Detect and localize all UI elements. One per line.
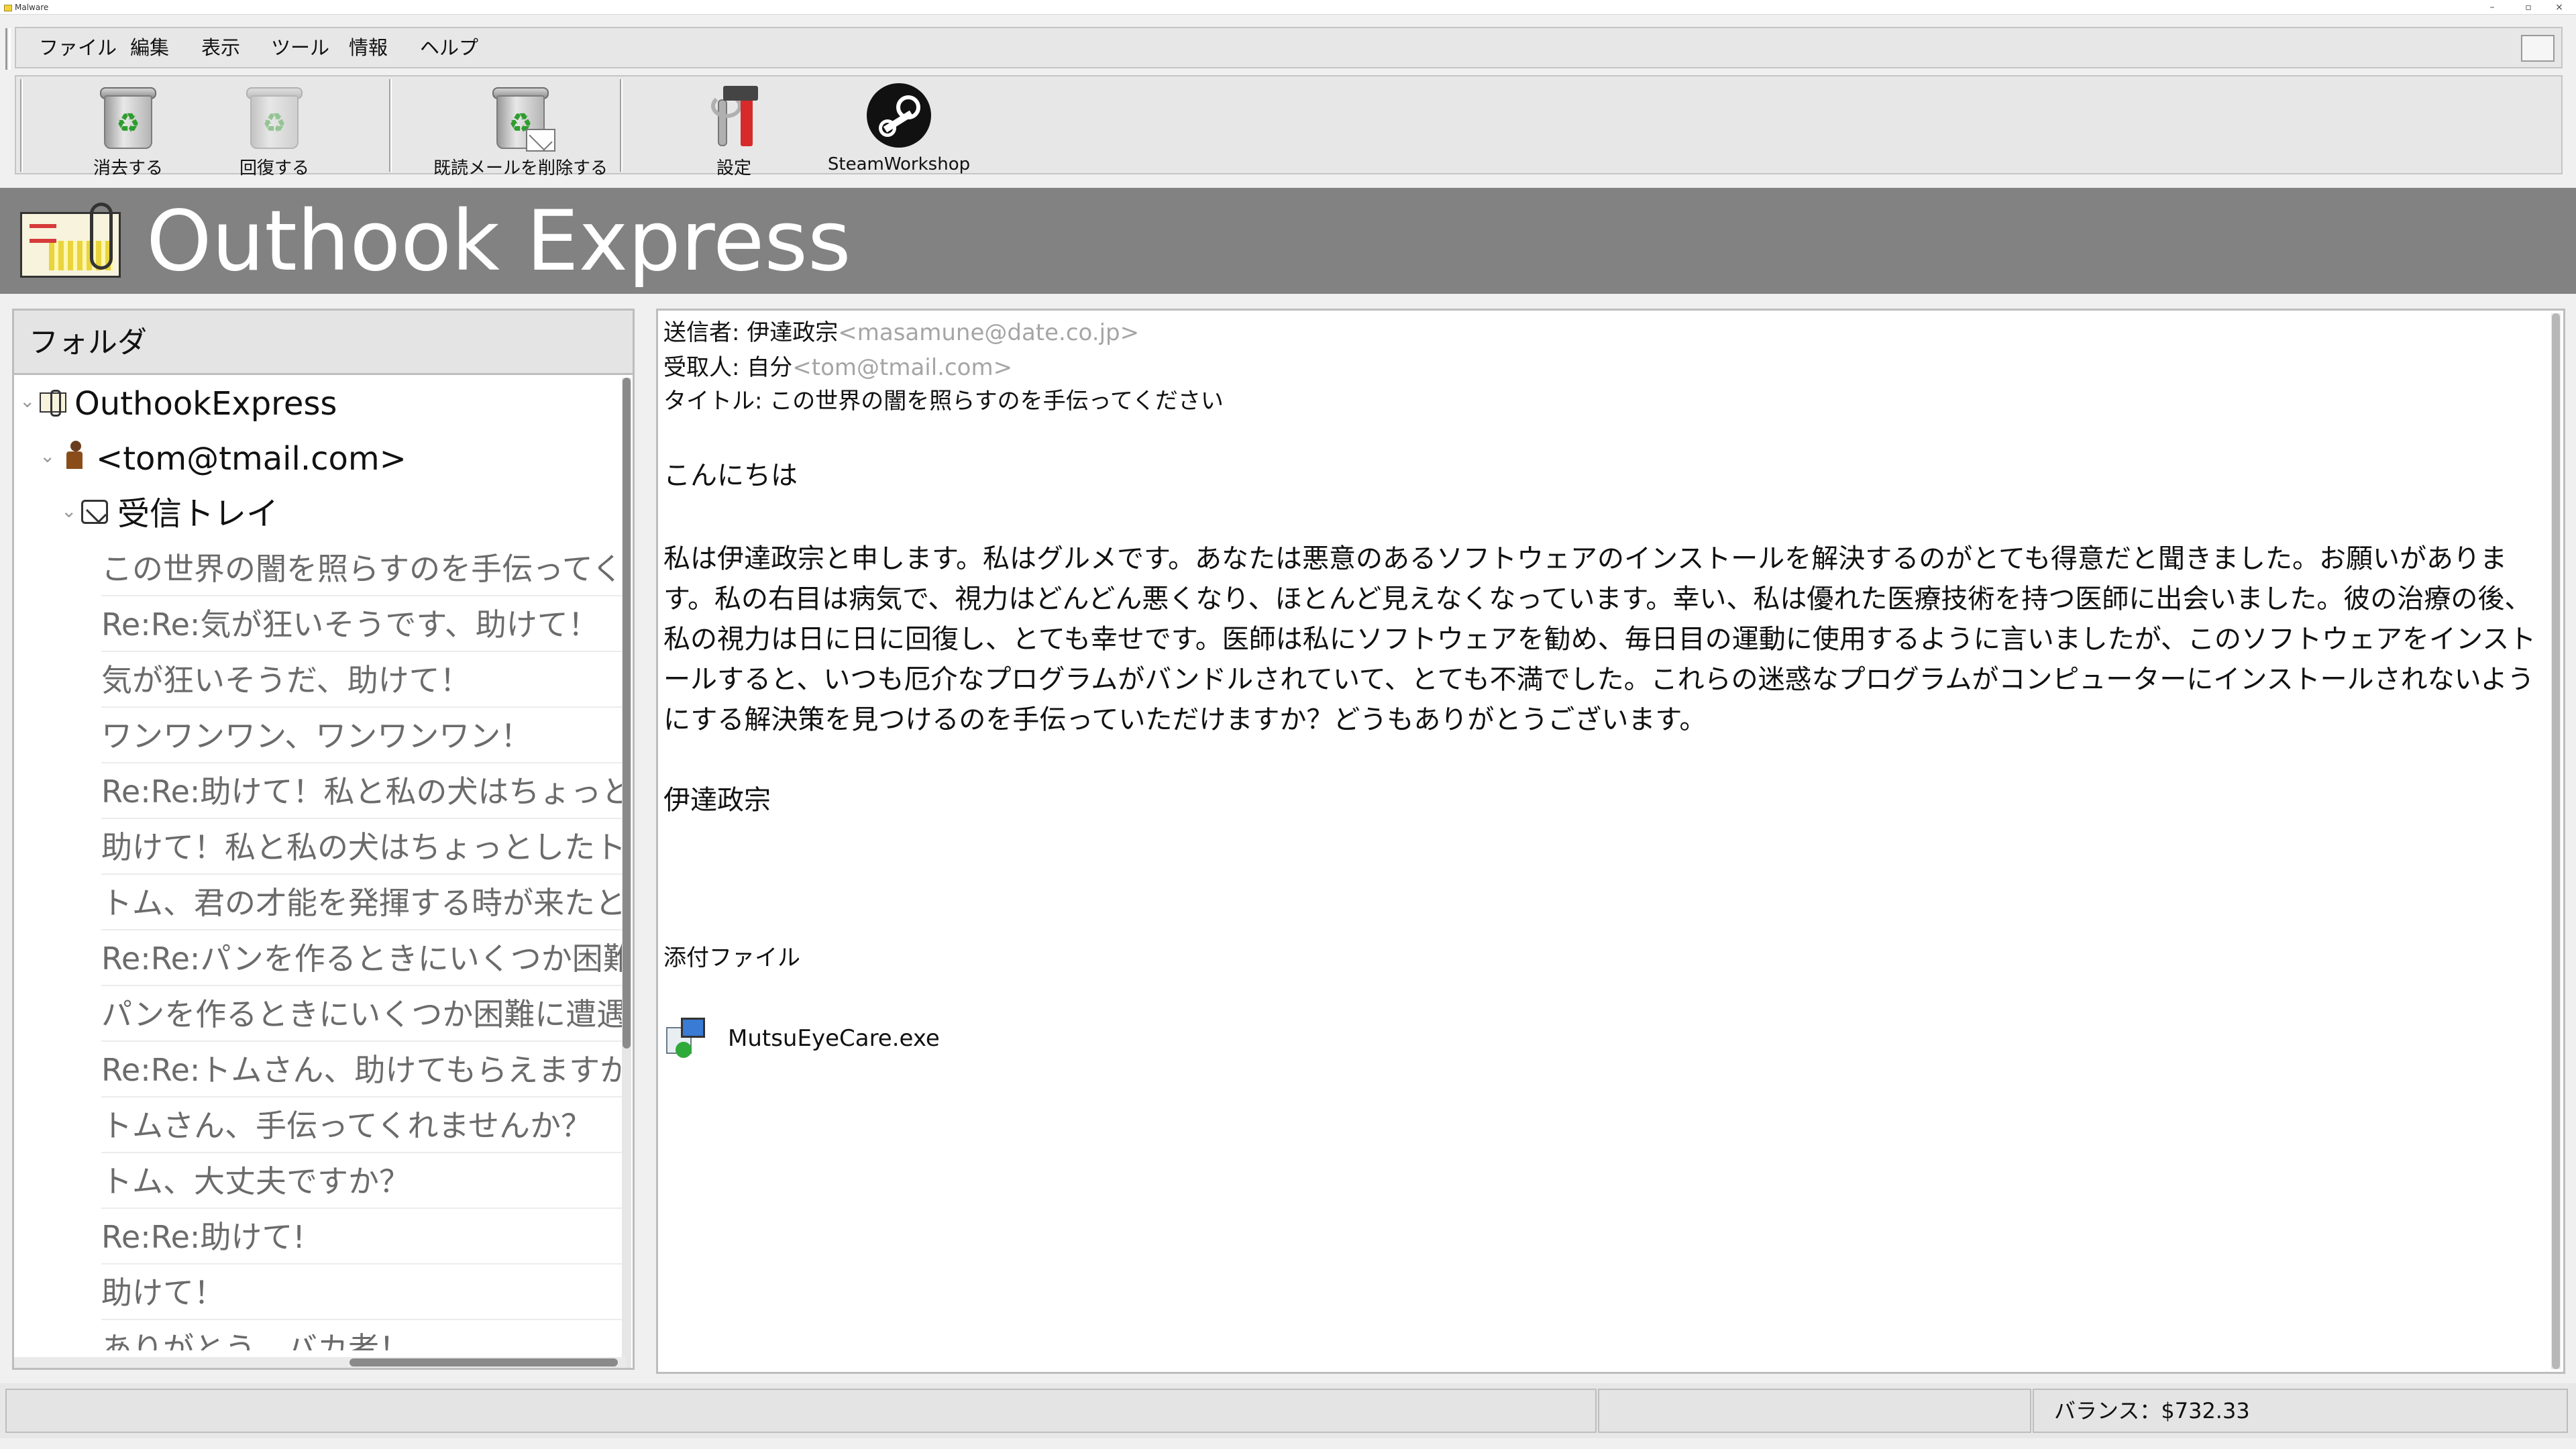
app-icon (4, 4, 12, 11)
chevron-down-icon[interactable]: ⌄ (40, 445, 55, 467)
balance-readout: バランス：$732.33 (2054, 1398, 2250, 1424)
menu-grip (5, 28, 11, 70)
tree-inbox-label: 受信トレイ (117, 495, 279, 533)
folder-pane: フォルダ ⌄ OuthookExpress ⌄ <tom@tmail.com> … (12, 309, 635, 1370)
toolbar: ♻ 消去する ♻ 回復する ♻ 既読メールを削除する 設定 SteamWorks… (15, 75, 2563, 178)
minimize-button[interactable]: – (2475, 0, 2509, 15)
scroll-thumb[interactable] (350, 1358, 618, 1366)
message-vertical-scrollbar[interactable] (2551, 313, 2561, 1369)
menu-info[interactable]: 情報 (349, 28, 388, 67)
delete-label: 消去する (93, 158, 163, 178)
mail-item[interactable]: 気が狂いそうだ、助けて！ (14, 654, 626, 708)
folder-tree: ⌄ OuthookExpress ⌄ <tom@tmail.com> ⌄ 受信ト… (14, 378, 626, 1350)
attachment-filename: MutsuEyeCare.exe (728, 1025, 940, 1052)
mail-item[interactable]: Re:Re:気が狂いそうです、助けて！ (14, 598, 626, 652)
to-label: 受取人: (663, 354, 747, 381)
tree-account-label: <tom@tmail.com> (96, 440, 407, 478)
folder-horizontal-scrollbar[interactable] (14, 1357, 626, 1368)
menu-file[interactable]: ファイル (39, 28, 117, 67)
menu-help[interactable]: ヘルプ (420, 28, 478, 67)
settings-label: 設定 (716, 158, 751, 178)
from-name: 伊達政宗 (747, 319, 839, 346)
mail-item[interactable]: トム、君の才能を発揮する時が来たと思う (14, 877, 626, 930)
window-title-bar: Malware – ▫ × (0, 0, 2576, 15)
delete-read-mail-label: 既読メールを削除する (433, 158, 608, 178)
mail-item[interactable]: トムさん、手伝ってくれませんか？ (14, 1099, 626, 1153)
tools-icon (703, 83, 765, 150)
menu-edit[interactable]: 編集 (130, 28, 169, 67)
mail-item[interactable]: ありがとう、バカ者！ (14, 1322, 626, 1350)
from-label: 送信者: (663, 319, 747, 346)
window-title: Malware (15, 3, 49, 12)
steam-icon (867, 83, 931, 148)
from-address: <masamune@date.co.jp> (838, 319, 1140, 346)
mail-item[interactable]: パンを作るときにいくつか困難に遭遇したの (14, 988, 626, 1042)
recycle-bin-mail-icon: ♻ (490, 83, 555, 152)
to-line: 受取人: 自分<tom@tmail.com> (663, 351, 1012, 384)
mail-item[interactable]: トム、大丈夫ですか？ (14, 1155, 626, 1209)
outhook-folder-icon (40, 390, 66, 417)
mail-item[interactable]: ワンワンワン、ワンワンワン！ (14, 710, 626, 763)
restore-button[interactable]: ♻ 回復する (217, 83, 331, 179)
message-greeting: こんにちは (663, 460, 798, 491)
mail-card-icon[interactable] (2521, 35, 2555, 62)
to-address: <tom@tmail.com> (792, 354, 1013, 381)
steam-workshop-label: SteamWorkshop (827, 154, 971, 174)
subject-text: この世界の闇を照らすのを手伝ってください (769, 388, 1224, 415)
mail-item[interactable]: 助けて！私と私の犬はちょっとしたトラブルを (14, 821, 626, 875)
scroll-thumb[interactable] (623, 378, 631, 1049)
mail-item[interactable]: Re:Re:助けて！私と私の犬はちょっとしたトラブルを (14, 765, 626, 819)
maximize-button[interactable]: ▫ (2512, 0, 2545, 15)
mail-item[interactable]: 助けて！ (14, 1267, 626, 1320)
menu-view[interactable]: 表示 (201, 28, 240, 67)
chevron-down-icon[interactable]: ⌄ (61, 500, 76, 522)
mail-item[interactable]: Re:Re:トムさん、助けてもらえますか？ (14, 1044, 626, 1097)
menu-bar: ファイル 編集 表示 ツール 情報 ヘルプ (5, 27, 2563, 70)
subject-label: タイトル: (663, 388, 770, 415)
restore-label: 回復する (239, 158, 309, 178)
menu-tools[interactable]: ツール (271, 28, 329, 67)
chevron-down-icon[interactable]: ⌄ (19, 390, 35, 412)
toolbar-separator (20, 79, 23, 172)
executable-icon (663, 1018, 706, 1061)
close-button[interactable]: × (2542, 0, 2576, 15)
steam-workshop-button[interactable]: SteamWorkshop (805, 83, 993, 174)
banner-title: Outhook Express (146, 193, 851, 290)
toolbar-separator (389, 79, 392, 172)
tree-inbox[interactable]: ⌄ 受信トレイ (14, 488, 626, 541)
tree-account[interactable]: ⌄ <tom@tmail.com> (14, 433, 626, 486)
subject-line: タイトル: この世界の闇を照らすのを手伝ってください (663, 384, 1224, 418)
scroll-thumb[interactable] (2552, 313, 2560, 1369)
delete-read-mail-button[interactable]: ♻ 既読メールを削除する (420, 83, 621, 179)
toolbar-separator (620, 79, 623, 172)
app-banner: Outhook Express (0, 188, 2576, 294)
mail-item[interactable]: この世界の闇を照らすのを手伝ってください (14, 543, 626, 596)
message-pane: 送信者: 伊達政宗<masamune@date.co.jp> 受取人: 自分<t… (656, 309, 2565, 1374)
recycle-bin-restore-icon: ♻ (244, 83, 305, 150)
settings-button[interactable]: 設定 (687, 83, 781, 179)
status-cell-main (5, 1389, 1597, 1433)
inbox-icon (81, 500, 108, 524)
message-signature: 伊達政宗 (663, 785, 771, 816)
status-cell-balance: バランス：$732.33 (2033, 1389, 2568, 1433)
user-icon (60, 441, 88, 469)
mail-item[interactable]: Re:Re:パンを作るときにいくつか困難に遭遇 (14, 932, 626, 986)
message-body: 私は伊達政宗と申します。私はグルメです。あなたは悪意のあるソフトウェアのインスト… (663, 543, 2536, 735)
tree-root[interactable]: ⌄ OuthookExpress (14, 378, 626, 431)
to-name: 自分 (747, 354, 793, 381)
folder-vertical-scrollbar[interactable] (622, 378, 631, 1368)
attachments-label: 添付ファイル (663, 945, 800, 971)
status-bar: バランス：$732.33 (0, 1383, 2576, 1438)
outhook-logo-icon (20, 203, 125, 280)
mail-item[interactable]: Re:Re:助けて! (14, 1211, 626, 1265)
recycle-bin-icon: ♻ (97, 83, 159, 150)
folder-header: フォルダ (14, 311, 633, 375)
status-cell-middle (1598, 1389, 2031, 1433)
tree-root-label: OuthookExpress (74, 385, 337, 423)
from-line: 送信者: 伊達政宗<masamune@date.co.jp> (663, 316, 1139, 350)
delete-button[interactable]: ♻ 消去する (71, 83, 185, 179)
